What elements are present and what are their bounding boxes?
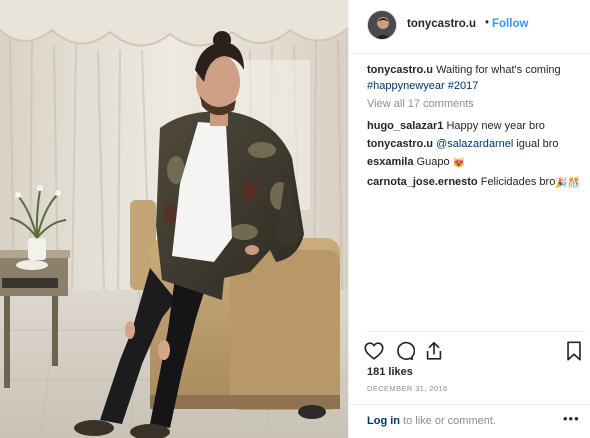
comment-username[interactable]: tonycastro.u [367,138,433,150]
heart-eyes-cat-emoji: 😻 [452,158,466,169]
comment-text: Guapo [416,156,450,168]
comment-text: Felicidades bro [480,176,556,188]
comment-bubble-icon[interactable] [393,340,415,362]
comment-item: esxamila Guapo 😻 [367,154,583,172]
likes-count[interactable]: 181 likes [367,366,413,378]
post-sidebar: tonycastro.u • Follow tonycastro.u Waiti… [348,0,590,438]
more-options-icon[interactable]: ••• [563,411,580,426]
post-photo[interactable] [0,0,348,438]
caption-text: Waiting for what's coming [436,64,561,76]
post-date: DECEMBER 31, 2016 [367,384,448,393]
comment-item: tonycastro.u @salazardarnel igual bro [367,136,583,152]
comment-username[interactable]: esxamila [367,156,413,168]
comment-username[interactable]: carnota_jose.ernesto [367,176,478,188]
instagram-post: tonycastro.u • Follow tonycastro.u Waiti… [0,0,590,438]
comment-text: Happy new year bro [446,120,545,132]
bookmark-icon[interactable] [563,340,585,362]
comment-text: igual bro [516,138,559,150]
comment-item: hugo_salazar1 Happy new year bro [367,118,583,134]
comment-footer: Log in to like or comment. ••• [349,404,590,438]
heart-outline-icon[interactable] [363,340,385,362]
action-bar [363,338,585,364]
hashtag-link[interactable]: #2017 [448,80,479,92]
follow-button[interactable]: Follow [492,18,528,30]
login-prompt-text: to like or comment. [400,415,496,427]
header-username[interactable]: tonycastro.u [407,18,476,30]
post-header: tonycastro.u • Follow [349,0,590,54]
comment-item: carnota_jose.ernesto Felicidades bro🎉🎊 [367,174,583,192]
hashtag-link[interactable]: #happynewyear [367,80,445,92]
avatar[interactable] [367,10,397,40]
login-link[interactable]: Log in [367,415,400,427]
caption: tonycastro.u Waiting for what's coming #… [367,62,583,94]
login-prompt: Log in to like or comment. [367,415,496,427]
divider [367,331,585,332]
view-all-comments-link[interactable]: View all 17 comments [367,96,583,112]
header-separator-dot: • [485,17,490,29]
comment-mention[interactable]: @salazardarnel [436,138,513,150]
party-emoji: 🎉🎊 [555,178,581,189]
comment-username[interactable]: hugo_salazar1 [367,120,443,132]
share-icon[interactable] [423,340,445,362]
caption-username[interactable]: tonycastro.u [367,64,433,76]
comments-section: tonycastro.u Waiting for what's coming #… [367,62,583,194]
